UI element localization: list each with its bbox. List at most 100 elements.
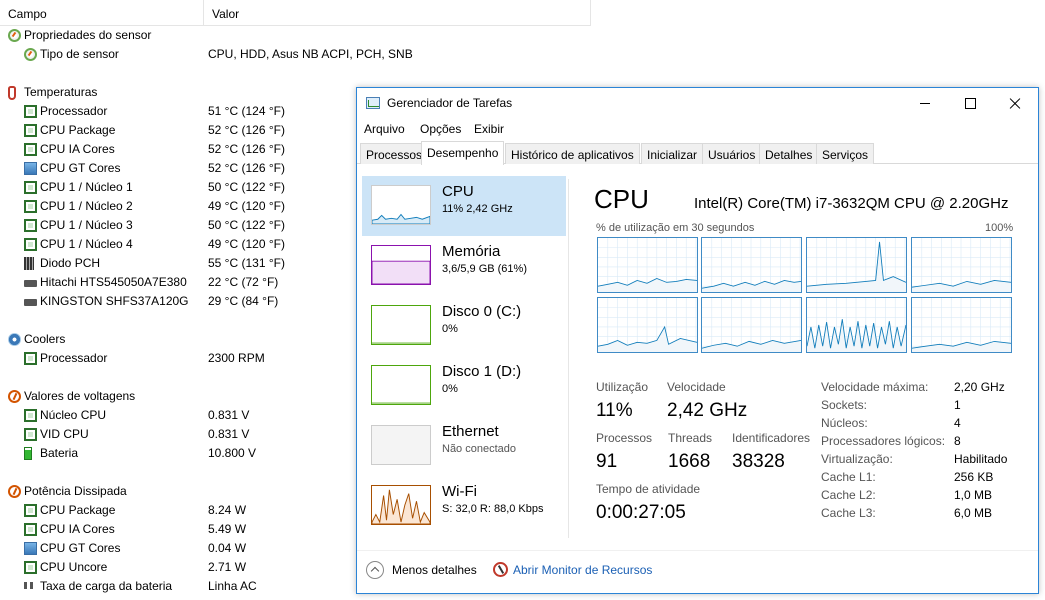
resource-item-cpu[interactable]: CPU 11% 2,42 GHz xyxy=(362,176,566,236)
logical-processor-graph xyxy=(597,297,698,353)
sensor-value: 49 °C (120 °F) xyxy=(208,199,285,213)
sensor-label: Valores de voltagens xyxy=(24,389,136,403)
chip-icon xyxy=(24,409,37,422)
resource-summary: 0% xyxy=(442,383,458,395)
sensor-row[interactable]: Tipo de sensor CPU, HDD, Asus NB ACPI, PC… xyxy=(0,45,1045,64)
sensor-label: Núcleo CPU xyxy=(40,408,107,422)
menu-exibir[interactable]: Exibir xyxy=(474,122,504,136)
sensor-label: KINGSTON SHFS37A120G xyxy=(40,294,189,308)
cpu-detail-label: Núcleos: xyxy=(821,416,868,430)
handles-label: Identificadores xyxy=(732,431,811,445)
sensor-label: CPU IA Cores xyxy=(40,522,115,536)
sensor-value: 29 °C (84 °F) xyxy=(208,294,279,308)
menu-arquivo[interactable]: Arquivo xyxy=(364,122,405,136)
sensor-label: Processador xyxy=(40,104,108,118)
column-header-field[interactable]: Campo xyxy=(0,0,204,26)
sensor-label: Processador xyxy=(40,351,108,365)
resource-summary: S: 32,0 R: 88,0 Kbps xyxy=(442,503,544,515)
menu-bar: Arquivo Opções Exibir xyxy=(357,119,1038,139)
column-header-value[interactable]: Valor xyxy=(204,0,591,26)
sensor-label: CPU Package xyxy=(40,503,116,517)
sensor-label: Tipo de sensor xyxy=(40,47,119,61)
cpu-detail-value: 256 KB xyxy=(954,470,994,484)
chip-icon xyxy=(24,124,37,137)
resource-list: CPU 11% 2,42 GHz Memória 3,6/5,9 GB (61%… xyxy=(357,165,569,543)
fewer-details-button[interactable]: Menos detalhes xyxy=(392,563,477,577)
task-manager-window: Gerenciador de Tarefas Arquivo Opções Ex… xyxy=(356,87,1039,594)
tab-processos[interactable]: Processos xyxy=(360,143,429,164)
tab-servicos[interactable]: Serviços xyxy=(816,143,875,164)
chip-icon xyxy=(24,352,37,365)
chip-icon xyxy=(24,504,37,517)
chevron-up-icon[interactable] xyxy=(366,561,384,579)
disk-1-thumbnail-graph xyxy=(371,365,431,405)
sensor-label: Coolers xyxy=(24,332,66,346)
cpu-panel-title: CPU xyxy=(594,184,649,214)
sensor-label: CPU 1 / Núcleo 1 xyxy=(40,180,133,194)
resource-name: Disco 0 (C:) xyxy=(442,303,522,320)
tab-bar: Processos Desempenho Histórico de aplica… xyxy=(357,141,1038,165)
speed-value: 2,42 GHz xyxy=(667,400,748,421)
menu-opcoes[interactable]: Opções xyxy=(420,122,461,136)
cpu-detail-value: 2,20 GHz xyxy=(954,380,1005,394)
resource-item-wifi[interactable]: Wi-Fi S: 32,0 R: 88,0 Kbps xyxy=(362,476,566,536)
sensor-label: CPU 1 / Núcleo 4 xyxy=(40,237,133,251)
list-divider xyxy=(568,179,569,538)
tab-detalhes[interactable]: Detalhes xyxy=(759,143,819,164)
sensor-value: 50 °C (122 °F) xyxy=(208,218,285,232)
sensor-label: Taxa de carga da bateria xyxy=(40,579,173,593)
minimize-button[interactable] xyxy=(902,88,948,119)
tab-inicializar[interactable]: Inicializar xyxy=(641,143,704,164)
cpu-detail-value: 1 xyxy=(954,398,961,412)
wifi-thumbnail-graph xyxy=(371,485,431,525)
sensor-value: 22 °C (72 °F) xyxy=(208,275,279,289)
resource-name: Memória xyxy=(442,243,501,260)
tab-usuarios[interactable]: Usuários xyxy=(702,143,762,164)
chip-icon xyxy=(24,523,37,536)
tab-desempenho[interactable]: Desempenho xyxy=(421,141,505,165)
resource-summary: 3,6/5,9 GB (61%) xyxy=(442,263,527,275)
resource-name: Disco 1 (D:) xyxy=(442,363,522,380)
cpu-detail-label: Virtualização: xyxy=(821,452,893,466)
sensor-label: Temperaturas xyxy=(24,85,98,99)
chip-icon xyxy=(24,219,37,232)
resource-item-disk-0[interactable]: Disco 0 (C:) 0% xyxy=(362,296,566,356)
logical-processor-graph xyxy=(597,237,698,293)
sensor-label: Potência Dissipada xyxy=(24,484,127,498)
sensor-label: VID CPU xyxy=(40,427,89,441)
open-resource-monitor-link[interactable]: Abrir Monitor de Recursos xyxy=(513,563,652,577)
maximize-button[interactable] xyxy=(947,88,993,119)
sensor-value: 49 °C (120 °F) xyxy=(208,237,285,251)
cpu-thumbnail-graph xyxy=(371,185,431,225)
sensor-label: CPU 1 / Núcleo 3 xyxy=(40,218,133,232)
threads-label: Threads xyxy=(668,431,713,445)
resource-item-ethernet[interactable]: Ethernet Não conectado xyxy=(362,416,566,476)
chip-icon xyxy=(24,181,37,194)
cpu-detail-value: 4 xyxy=(954,416,961,430)
sensor-value: 0.831 V xyxy=(208,427,250,441)
gpu-icon xyxy=(24,162,37,175)
uptime-label: Tempo de atividade xyxy=(596,482,701,496)
sensor-value: 51 °C (124 °F) xyxy=(208,104,285,118)
tab-historico[interactable]: Histórico de aplicativos xyxy=(505,143,640,164)
sensor-group-row[interactable]: Propriedades do sensor xyxy=(0,26,1045,45)
close-button[interactable] xyxy=(992,88,1038,119)
sensor-value: 55 °C (131 °F) xyxy=(208,256,285,270)
title-bar[interactable]: Gerenciador de Tarefas xyxy=(357,88,1038,119)
sensor-value: 8.24 W xyxy=(208,503,247,517)
processes-value: 91 xyxy=(596,451,618,472)
footer-bar: Menos detalhes Abrir Monitor de Recursos xyxy=(357,550,1038,593)
cpu-detail-label: Cache L1: xyxy=(821,470,876,484)
logical-processor-graph xyxy=(806,297,907,353)
sensor-value: 2300 RPM xyxy=(208,351,265,365)
speed-label: Velocidade xyxy=(667,380,726,394)
sensor-value: 52 °C (126 °F) xyxy=(208,161,285,175)
resource-summary: 0% xyxy=(442,323,458,335)
sensor-label: CPU IA Cores xyxy=(40,142,115,156)
resource-item-disk-1[interactable]: Disco 1 (D:) 0% xyxy=(362,356,566,416)
utilization-value: 11% xyxy=(596,400,633,421)
voltmeter-icon xyxy=(8,485,21,498)
resource-monitor-icon[interactable] xyxy=(493,562,508,577)
resource-item-memory[interactable]: Memória 3,6/5,9 GB (61%) xyxy=(362,236,566,296)
battery-icon xyxy=(24,447,32,460)
